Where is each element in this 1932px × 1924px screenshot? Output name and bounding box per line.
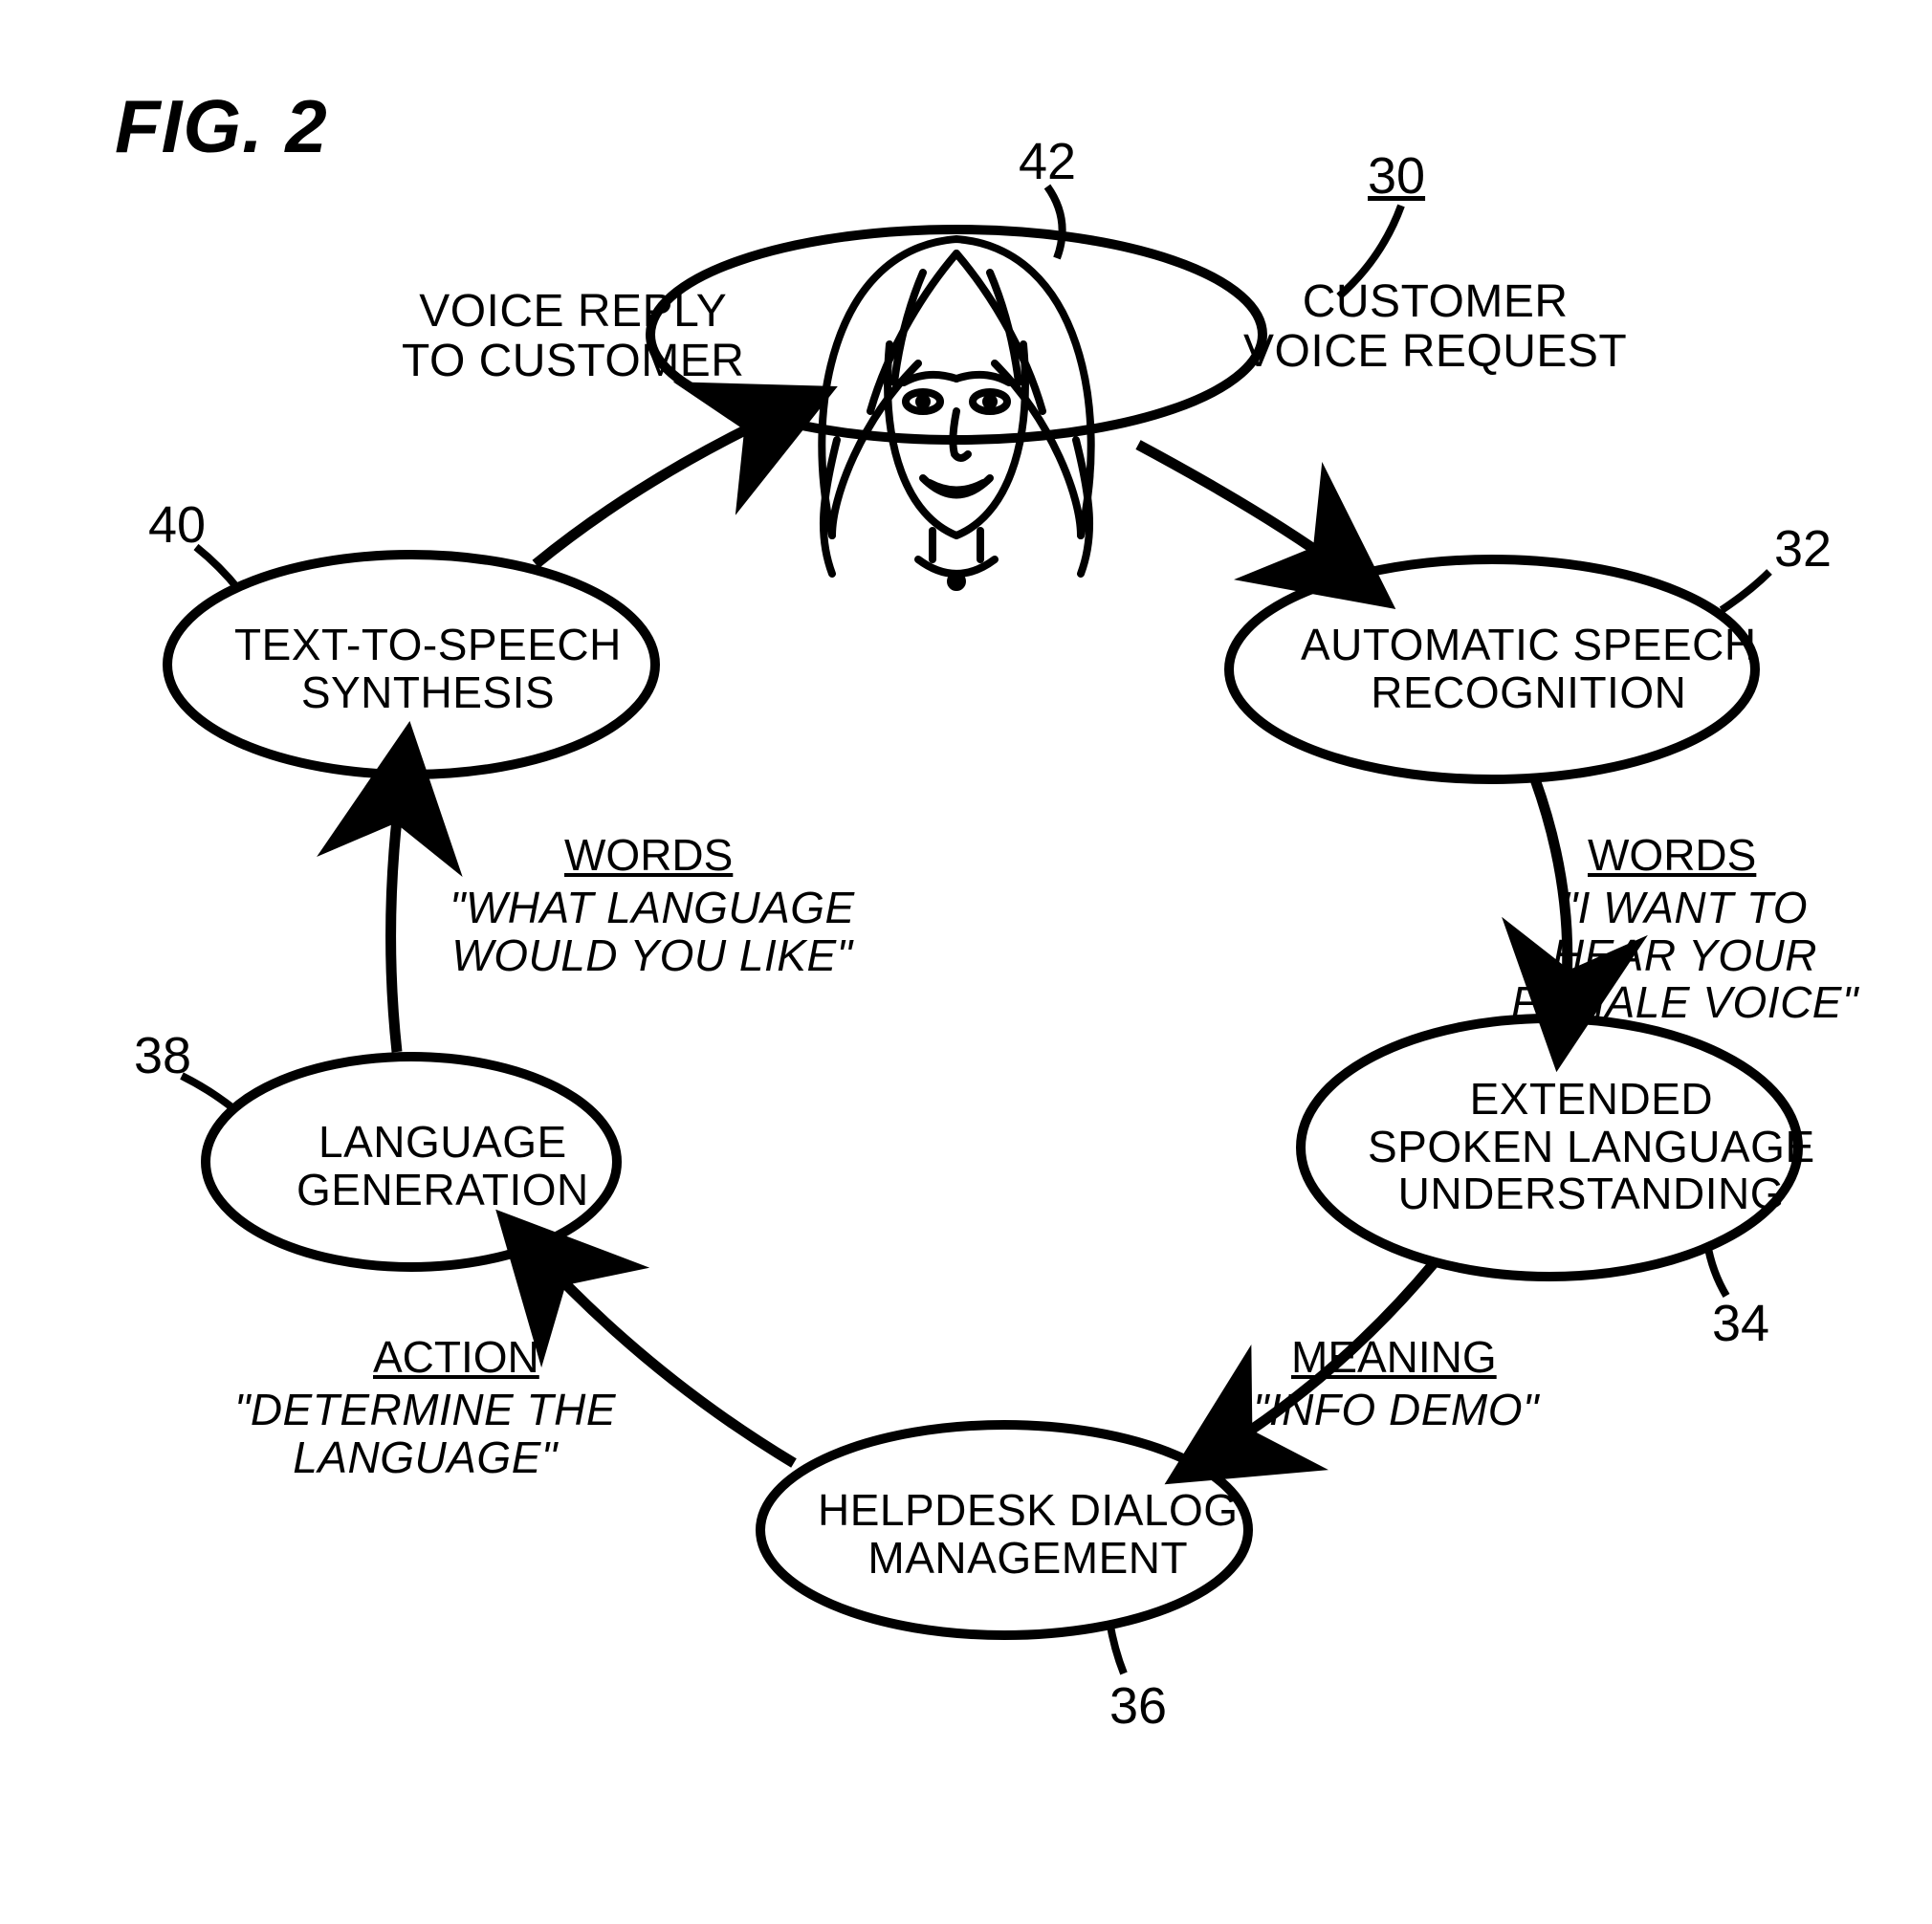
label-meaning-body: "INFO DEMO" <box>1253 1387 1539 1434</box>
arrow-lg-to-tts <box>391 779 402 1052</box>
node-asr-text: AUTOMATIC SPEECH RECOGNITION <box>1301 622 1757 716</box>
label-words-left-body: "WHAT LANGUAGE WOULD YOU LIKE" <box>450 885 855 979</box>
leader-32 <box>1722 572 1769 610</box>
label-words-left-head: WORDS <box>564 832 733 880</box>
arrow-customer-to-asr <box>1138 445 1349 574</box>
label-action-body: "DETERMINE THE LANGUAGE" <box>234 1387 616 1481</box>
customer-face <box>822 239 1090 587</box>
label-customer-request: CUSTOMER VOICE REQUEST <box>1243 277 1627 377</box>
leader-42 <box>1047 186 1063 258</box>
ref-40: 40 <box>148 497 206 553</box>
label-words-right-head: WORDS <box>1588 832 1756 880</box>
leader-34 <box>1707 1243 1726 1296</box>
label-action-head: ACTION <box>373 1334 539 1382</box>
ref-38: 38 <box>134 1028 191 1083</box>
node-tts-text: TEXT-TO-SPEECH SYNTHESIS <box>234 622 622 716</box>
label-words-right-body: "I WANT TO HEAR YOUR FEMALE VOICE" <box>1511 885 1858 1027</box>
node-dm-text: HELPDESK DIALOG MANAGEMENT <box>818 1487 1239 1582</box>
ref-36: 36 <box>1109 1678 1167 1734</box>
ref-42: 42 <box>1019 134 1076 189</box>
diagram-stage: FIG. 2 30 42 32 34 36 38 40 VOICE REPLY … <box>0 0 1932 1924</box>
ref-34: 34 <box>1712 1296 1769 1351</box>
figure-label: FIG. 2 <box>115 86 328 166</box>
node-slu-text: EXTENDED SPOKEN LANGUAGE UNDERSTANDING <box>1368 1076 1815 1218</box>
arrow-tts-to-customer <box>536 411 784 564</box>
label-voice-reply: VOICE REPLY TO CUSTOMER <box>402 287 744 386</box>
ref-figure-30: 30 <box>1368 148 1425 204</box>
leader-36 <box>1109 1621 1124 1673</box>
node-lg-text: LANGUAGE GENERATION <box>296 1119 589 1213</box>
label-meaning-head: MEANING <box>1291 1334 1497 1382</box>
ref-32: 32 <box>1774 521 1832 577</box>
